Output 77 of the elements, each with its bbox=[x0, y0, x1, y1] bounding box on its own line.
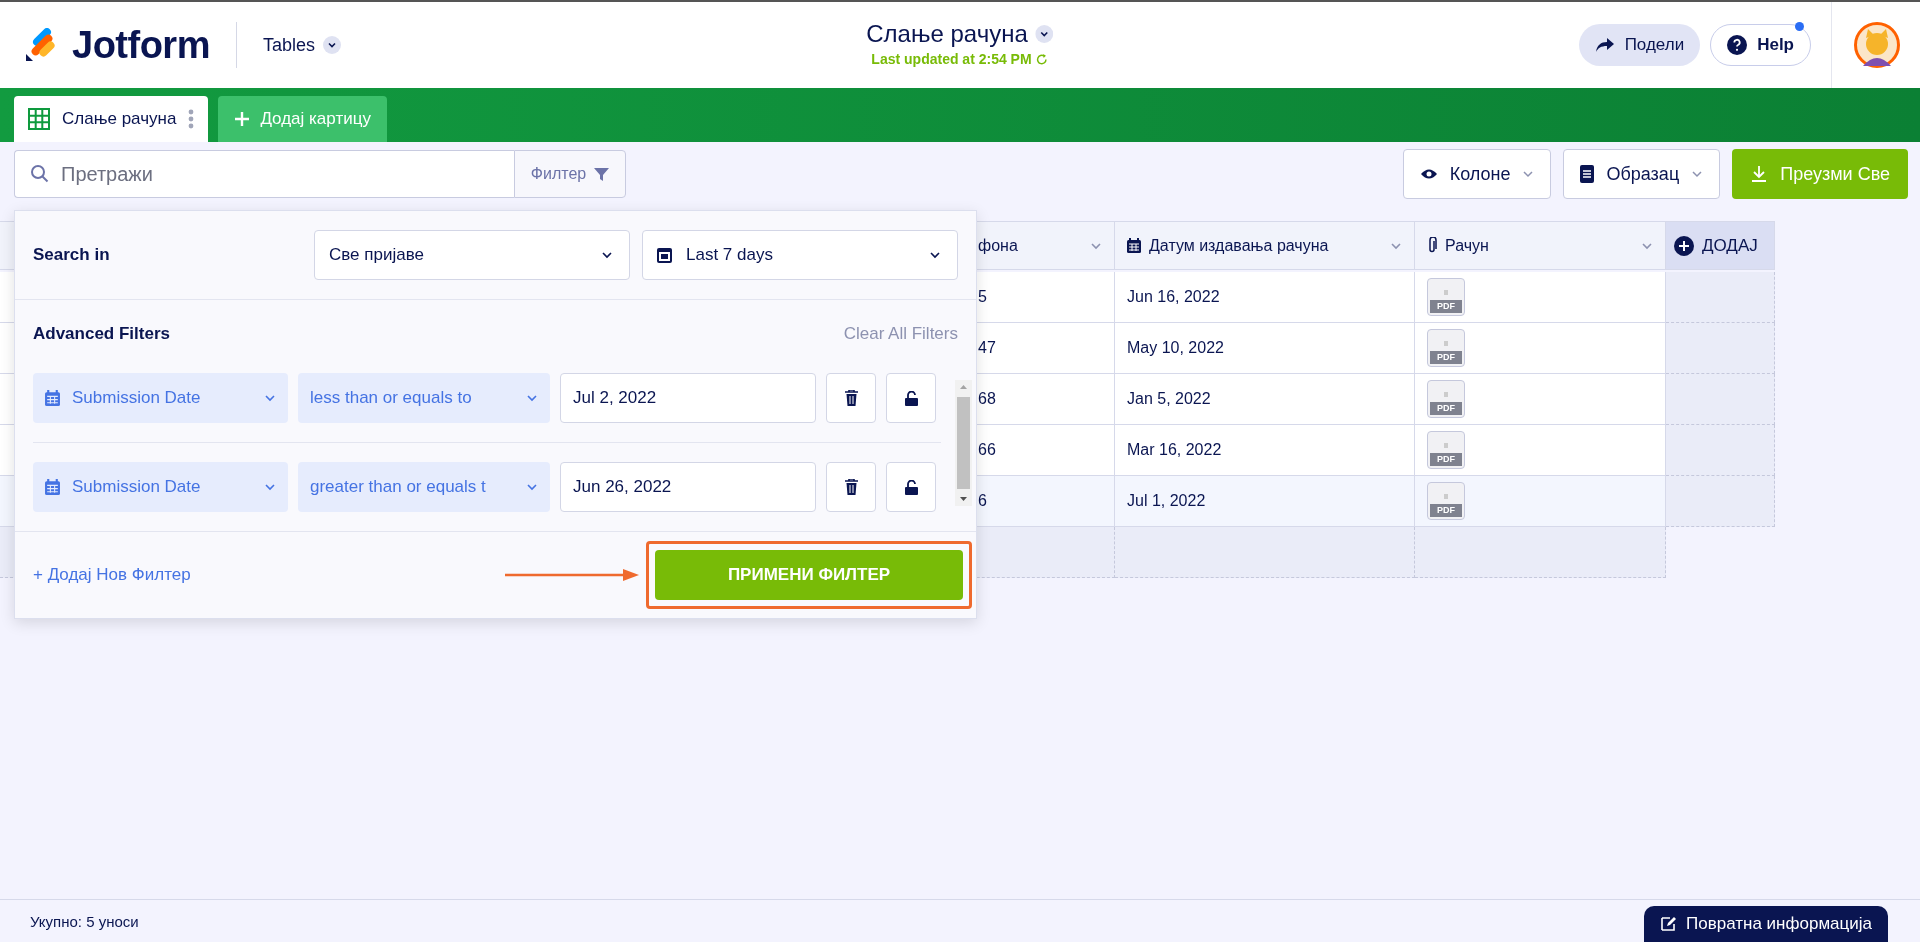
paperclip-icon bbox=[1427, 237, 1437, 254]
calendar-icon bbox=[657, 247, 672, 263]
logo-text[interactable]: Jotform bbox=[72, 23, 210, 67]
advanced-filters-label: Advanced Filters bbox=[33, 324, 170, 344]
form-button[interactable]: Образац bbox=[1563, 149, 1721, 199]
avatar[interactable] bbox=[1854, 22, 1900, 68]
add-column-button[interactable]: ДОДАЈ bbox=[1666, 221, 1775, 270]
search-icon bbox=[30, 164, 50, 184]
table-cell: Mar 16, 2022 bbox=[1115, 425, 1415, 476]
pdf-file-icon[interactable]: PDF bbox=[1427, 380, 1465, 418]
document-icon bbox=[1580, 165, 1595, 183]
delete-button[interactable] bbox=[826, 462, 876, 512]
unlock-icon bbox=[904, 390, 918, 406]
unlock-icon bbox=[904, 479, 918, 495]
calendar-icon bbox=[45, 479, 60, 495]
lock-button[interactable] bbox=[886, 462, 936, 512]
chevron-down-icon bbox=[264, 481, 276, 493]
share-button[interactable]: Подели bbox=[1578, 24, 1701, 66]
trash-icon bbox=[844, 390, 858, 406]
tab-label: Слање рачуна bbox=[62, 109, 177, 129]
chevron-down-icon bbox=[1691, 168, 1704, 180]
pdf-file-icon[interactable]: PDF bbox=[1427, 329, 1465, 367]
pdf-file-icon[interactable]: PDF bbox=[1427, 431, 1465, 469]
eye-icon bbox=[1419, 168, 1438, 180]
filter-button[interactable]: Филтер bbox=[514, 150, 626, 198]
edit-icon bbox=[1660, 916, 1676, 932]
table-cell: Jun 16, 2022 bbox=[1115, 272, 1415, 323]
value-field[interactable]: Jun 26, 2022 bbox=[560, 462, 816, 512]
share-arrow-icon bbox=[1594, 37, 1615, 53]
scope-dropdown[interactable]: Све пријаве bbox=[314, 230, 630, 280]
calendar-icon bbox=[1127, 238, 1141, 253]
chevron-down-icon bbox=[1035, 25, 1054, 43]
chevron-down-icon bbox=[1522, 168, 1535, 180]
table-title[interactable]: Слање рачуна bbox=[866, 20, 1054, 48]
delete-button[interactable] bbox=[826, 373, 876, 423]
search-in-label: Search in bbox=[33, 245, 111, 265]
chevron-down-icon bbox=[929, 249, 941, 261]
table-cell: Jan 5, 2022 bbox=[1115, 374, 1415, 425]
logo-icon bbox=[24, 28, 58, 62]
plus-icon bbox=[1674, 235, 1694, 256]
column-header[interactable]: Датум издавања рачуна bbox=[1115, 221, 1415, 270]
column-header[interactable]: Рачун bbox=[1415, 221, 1666, 270]
table-cell: Jul 1, 2022 bbox=[1115, 476, 1415, 527]
value-field[interactable]: Jul 2, 2022 bbox=[560, 373, 816, 423]
grid-icon bbox=[28, 108, 50, 130]
search-field[interactable]: Претражи bbox=[14, 150, 514, 198]
operator-dropdown[interactable]: less than or equals to bbox=[298, 373, 550, 423]
funnel-icon bbox=[594, 166, 610, 182]
columns-button[interactable]: Колоне bbox=[1402, 149, 1552, 199]
date-range-dropdown[interactable]: Last 7 days bbox=[642, 230, 958, 280]
pdf-file-icon[interactable]: PDF bbox=[1427, 278, 1465, 316]
last-updated: Last updated at 2:54 PM bbox=[871, 51, 1032, 67]
chevron-down-icon bbox=[526, 481, 538, 493]
sheet-tab[interactable]: Слање рачуна bbox=[14, 96, 209, 142]
lock-button[interactable] bbox=[886, 373, 936, 423]
more-icon[interactable] bbox=[188, 108, 195, 130]
chevron-down-icon bbox=[323, 36, 341, 54]
chevron-down-icon bbox=[526, 392, 538, 404]
chevron-down-icon bbox=[264, 392, 276, 404]
help-icon bbox=[1727, 35, 1748, 55]
calendar-icon bbox=[45, 390, 60, 406]
refresh-icon[interactable] bbox=[1035, 52, 1049, 66]
plus-icon bbox=[234, 111, 251, 127]
field-dropdown[interactable]: Submission Date bbox=[33, 462, 288, 512]
add-filter-link[interactable]: + Додај Нов Филтер bbox=[33, 565, 191, 585]
feedback-button[interactable]: Повратна информација bbox=[1644, 906, 1888, 942]
product-dropdown[interactable]: Tables bbox=[262, 34, 341, 56]
scrollbar[interactable] bbox=[955, 379, 972, 506]
trash-icon bbox=[844, 479, 858, 495]
pdf-file-icon[interactable]: PDF bbox=[1427, 482, 1465, 520]
help-button[interactable]: Help bbox=[1710, 24, 1811, 66]
download-icon bbox=[1750, 165, 1769, 183]
chevron-down-icon bbox=[601, 249, 613, 261]
field-dropdown[interactable]: Submission Date bbox=[33, 373, 288, 423]
total-entries: Укупно: 5 уноси bbox=[30, 912, 139, 930]
operator-dropdown[interactable]: greater than or equals t bbox=[298, 462, 550, 512]
table-cell: May 10, 2022 bbox=[1115, 323, 1415, 374]
